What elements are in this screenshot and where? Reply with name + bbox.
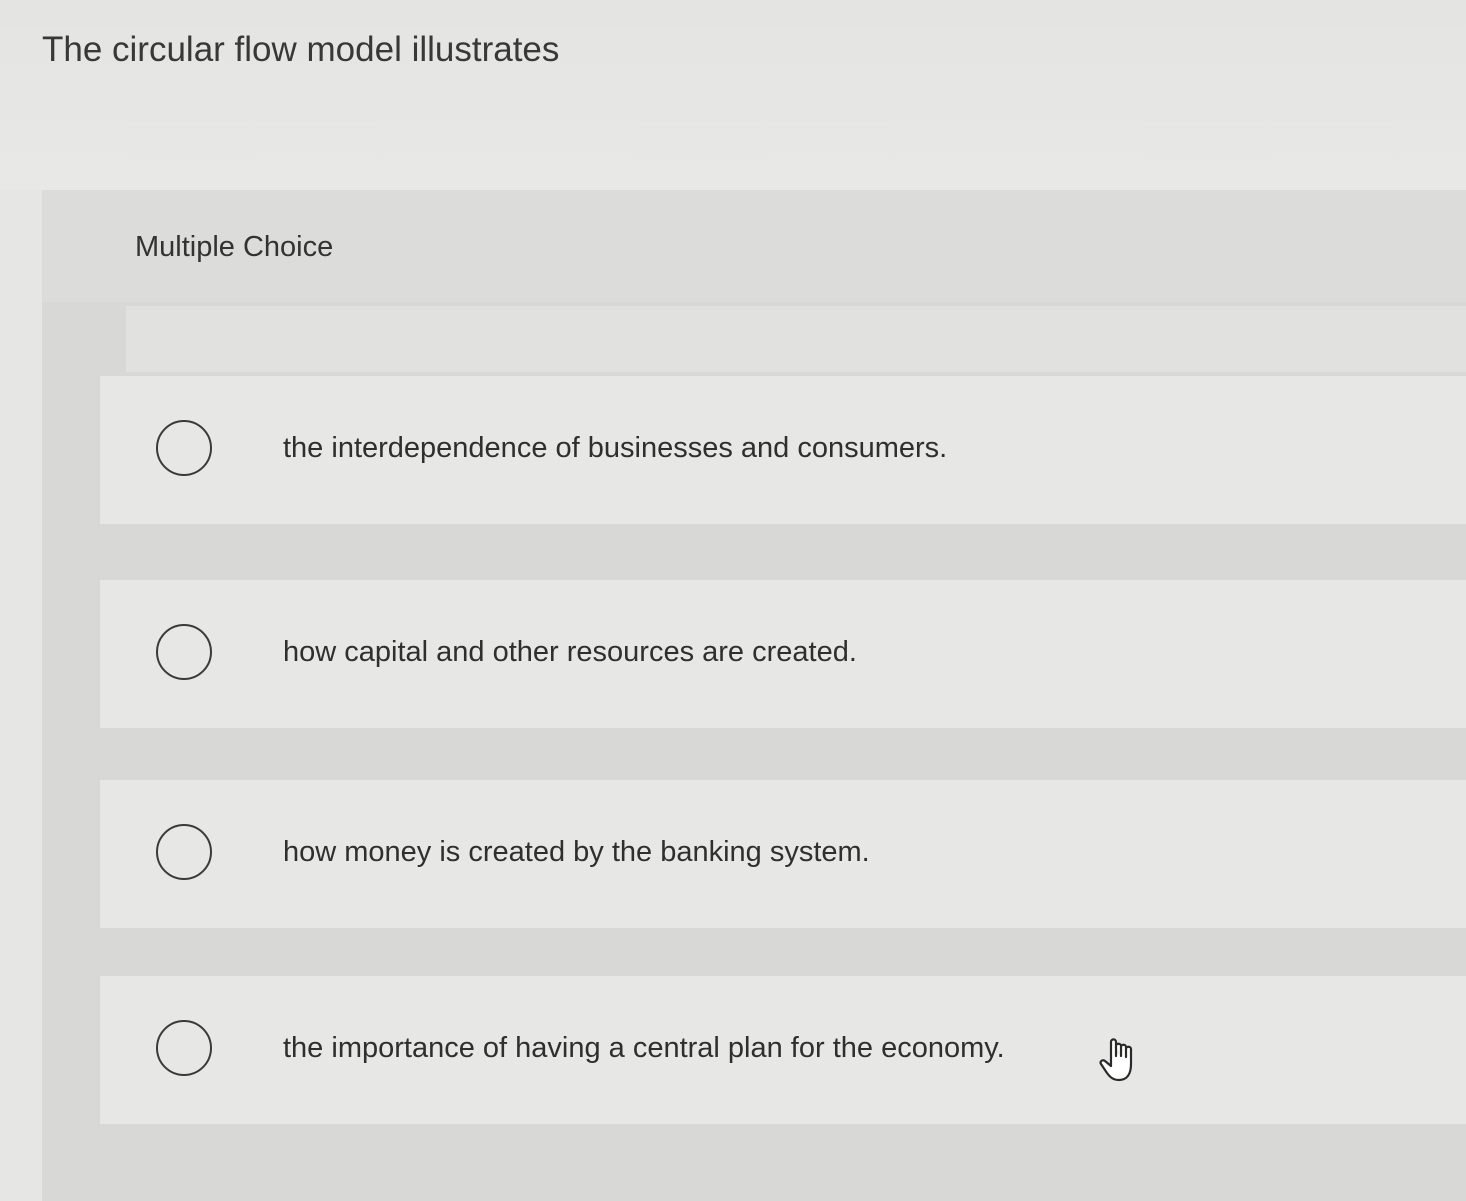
radio-button-icon[interactable] <box>156 624 212 680</box>
choice-option-4[interactable]: the importance of having a central plan … <box>100 976 1466 1124</box>
choice-label: how money is created by the banking syst… <box>283 836 870 868</box>
question-type-label: Multiple Choice <box>135 231 334 263</box>
radio-button-icon[interactable] <box>156 1020 212 1076</box>
question-header: The circular flow model illustrates <box>0 0 1466 190</box>
choice-option-1[interactable]: the interdependence of businesses and co… <box>100 376 1466 524</box>
choice-option-3[interactable]: how money is created by the banking syst… <box>100 780 1466 928</box>
choice-label: how capital and other resources are crea… <box>283 636 857 668</box>
choices-top-spacer <box>126 306 1466 372</box>
choice-label: the importance of having a central plan … <box>283 1032 1005 1064</box>
choice-option-2[interactable]: how capital and other resources are crea… <box>100 580 1466 728</box>
radio-button-icon[interactable] <box>156 824 212 880</box>
question-prompt: The circular flow model illustrates <box>42 30 560 69</box>
question-type-header: Multiple Choice <box>42 190 1466 302</box>
radio-button-icon[interactable] <box>156 420 212 476</box>
hand-pointer-icon <box>1099 1038 1133 1082</box>
choice-label: the interdependence of businesses and co… <box>283 432 948 464</box>
multiple-choice-panel: Multiple Choice the interdependence of b… <box>42 190 1466 1201</box>
